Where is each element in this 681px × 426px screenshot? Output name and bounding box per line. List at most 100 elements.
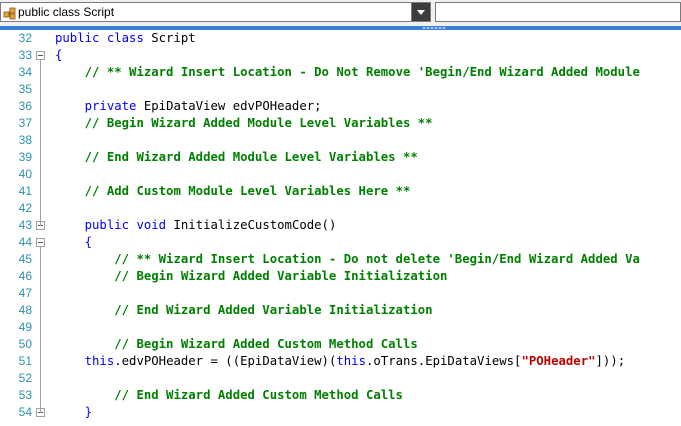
keyword-token: public — [84, 218, 137, 232]
splitter-grip[interactable] — [422, 27, 446, 29]
code-line[interactable]: 34 // ** Wizard Insert Location - Do Not… — [0, 64, 681, 81]
keyword-token: this — [84, 354, 115, 368]
member-selector-combo[interactable] — [435, 2, 681, 22]
code-token: Script — [151, 31, 196, 45]
code-line[interactable]: 52 — [0, 370, 681, 387]
comment-token: // End Wizard Added Variable Initializat… — [114, 303, 433, 317]
line-number: 40 — [18, 167, 32, 181]
collapse-icon[interactable] — [36, 238, 45, 247]
code-token: InitializeCustomCode() — [173, 218, 337, 232]
code-line[interactable]: 50 // Begin Wizard Added Custom Method C… — [0, 336, 681, 353]
code-text: // Begin Wizard Added Module Level Varia… — [55, 115, 433, 132]
code-text: private EpiDataView edvPOHeader; — [55, 98, 322, 115]
code-text: } — [55, 404, 92, 421]
line-number: 34 — [18, 65, 32, 79]
code-text: // Begin Wizard Added Custom Method Call… — [55, 336, 418, 353]
code-line[interactable]: 48 // End Wizard Added Variable Initiali… — [0, 302, 681, 319]
class-icon — [3, 5, 17, 20]
chevron-down-icon[interactable] — [411, 3, 430, 21]
code-token: EpiDataView edvPOHeader; — [143, 99, 322, 113]
comment-token: // Begin Wizard Added Custom Method Call… — [114, 337, 418, 351]
code-line[interactable]: 41 // Add Custom Module Level Variables … — [0, 183, 681, 200]
code-text: public class Script — [55, 30, 196, 47]
line-number: 42 — [18, 201, 32, 215]
line-number: 44 — [18, 235, 32, 249]
keyword-token: public — [55, 31, 107, 45]
class-selector-combo[interactable]: public class Script — [0, 2, 431, 22]
line-number: 49 — [18, 320, 32, 334]
comment-token: // ** Wizard Insert Location - Do Not Re… — [84, 65, 640, 79]
code-text: this.edvPOHeader = ((EpiDataView)(this.o… — [55, 353, 626, 370]
code-line[interactable]: 33 { — [0, 47, 681, 64]
code-text: // End Wizard Added Module Level Variabl… — [55, 149, 418, 166]
code-line[interactable]: 46 // Begin Wizard Added Variable Initia… — [0, 268, 681, 285]
line-number: 48 — [18, 303, 32, 317]
code-token: ])); — [595, 354, 626, 368]
line-number: 46 — [18, 269, 32, 283]
code-text: // Add Custom Module Level Variables Her… — [55, 183, 411, 200]
line-number: 38 — [18, 133, 32, 147]
code-line[interactable]: 47 — [0, 285, 681, 302]
code-line[interactable]: 51 this.edvPOHeader = ((EpiDataView)(thi… — [0, 353, 681, 370]
line-number: 52 — [18, 371, 32, 385]
keyword-token: } — [84, 405, 93, 419]
line-number: 32 — [18, 31, 32, 45]
keyword-token: class — [106, 31, 152, 45]
line-number: 50 — [18, 337, 32, 351]
comment-token: // Add Custom Module Level Variables Her… — [84, 184, 411, 198]
keyword-token: void — [136, 218, 174, 232]
code-line[interactable]: 43 public void InitializeCustomCode() — [0, 217, 681, 234]
code-line[interactable]: 38 — [0, 132, 681, 149]
line-number: 47 — [18, 286, 32, 300]
code-line[interactable]: 35 — [0, 81, 681, 98]
code-text: { — [55, 47, 62, 64]
comment-token: // End Wizard Added Module Level Variabl… — [84, 150, 418, 164]
keyword-token: { — [55, 48, 63, 62]
string-token: "POHeader" — [521, 354, 596, 368]
code-line[interactable]: 53 // End Wizard Added Custom Method Cal… — [0, 387, 681, 404]
code-text: // ** Wizard Insert Location - Do not de… — [55, 251, 640, 268]
line-number: 33 — [18, 48, 32, 62]
code-line[interactable]: 42 — [0, 200, 681, 217]
line-number: 53 — [18, 388, 32, 402]
code-line[interactable]: 54 } — [0, 404, 681, 421]
comment-token: // Begin Wizard Added Module Level Varia… — [84, 116, 433, 130]
code-text: // End Wizard Added Variable Initializat… — [55, 302, 433, 319]
code-text: // End Wizard Added Custom Method Calls — [55, 387, 403, 404]
code-line[interactable]: 44 { — [0, 234, 681, 251]
line-number: 36 — [18, 99, 32, 113]
code-editor[interactable]: 32 public class Script 33 {34 // ** Wizard … — [0, 30, 681, 426]
line-number: 35 — [18, 82, 32, 96]
code-line[interactable]: 32 public class Script — [0, 30, 681, 47]
keyword-token: this — [336, 354, 366, 368]
code-line[interactable]: 45 // ** Wizard Insert Location - Do not… — [0, 251, 681, 268]
code-text: { — [55, 234, 92, 251]
line-number: 51 — [18, 354, 32, 368]
code-line[interactable]: 49 — [0, 319, 681, 336]
keyword-token: private — [84, 99, 144, 113]
code-line[interactable]: 40 — [0, 166, 681, 183]
code-token: .oTrans.EpiDataViews[ — [365, 354, 522, 368]
outline-guide — [40, 60, 41, 226]
code-navigation-bar: public class Script — [0, 0, 681, 26]
collapse-icon[interactable] — [36, 51, 45, 60]
comment-token: // ** Wizard Insert Location - Do not de… — [114, 252, 640, 266]
code-line[interactable]: 39 // End Wizard Added Module Level Vari… — [0, 149, 681, 166]
comment-token: // Begin Wizard Added Variable Initializ… — [114, 269, 448, 283]
code-line[interactable]: 36 private EpiDataView edvPOHeader; — [0, 98, 681, 115]
code-line[interactable]: 37 // Begin Wizard Added Module Level Va… — [0, 115, 681, 132]
line-number: 54 — [18, 405, 32, 419]
line-number: 39 — [18, 150, 32, 164]
